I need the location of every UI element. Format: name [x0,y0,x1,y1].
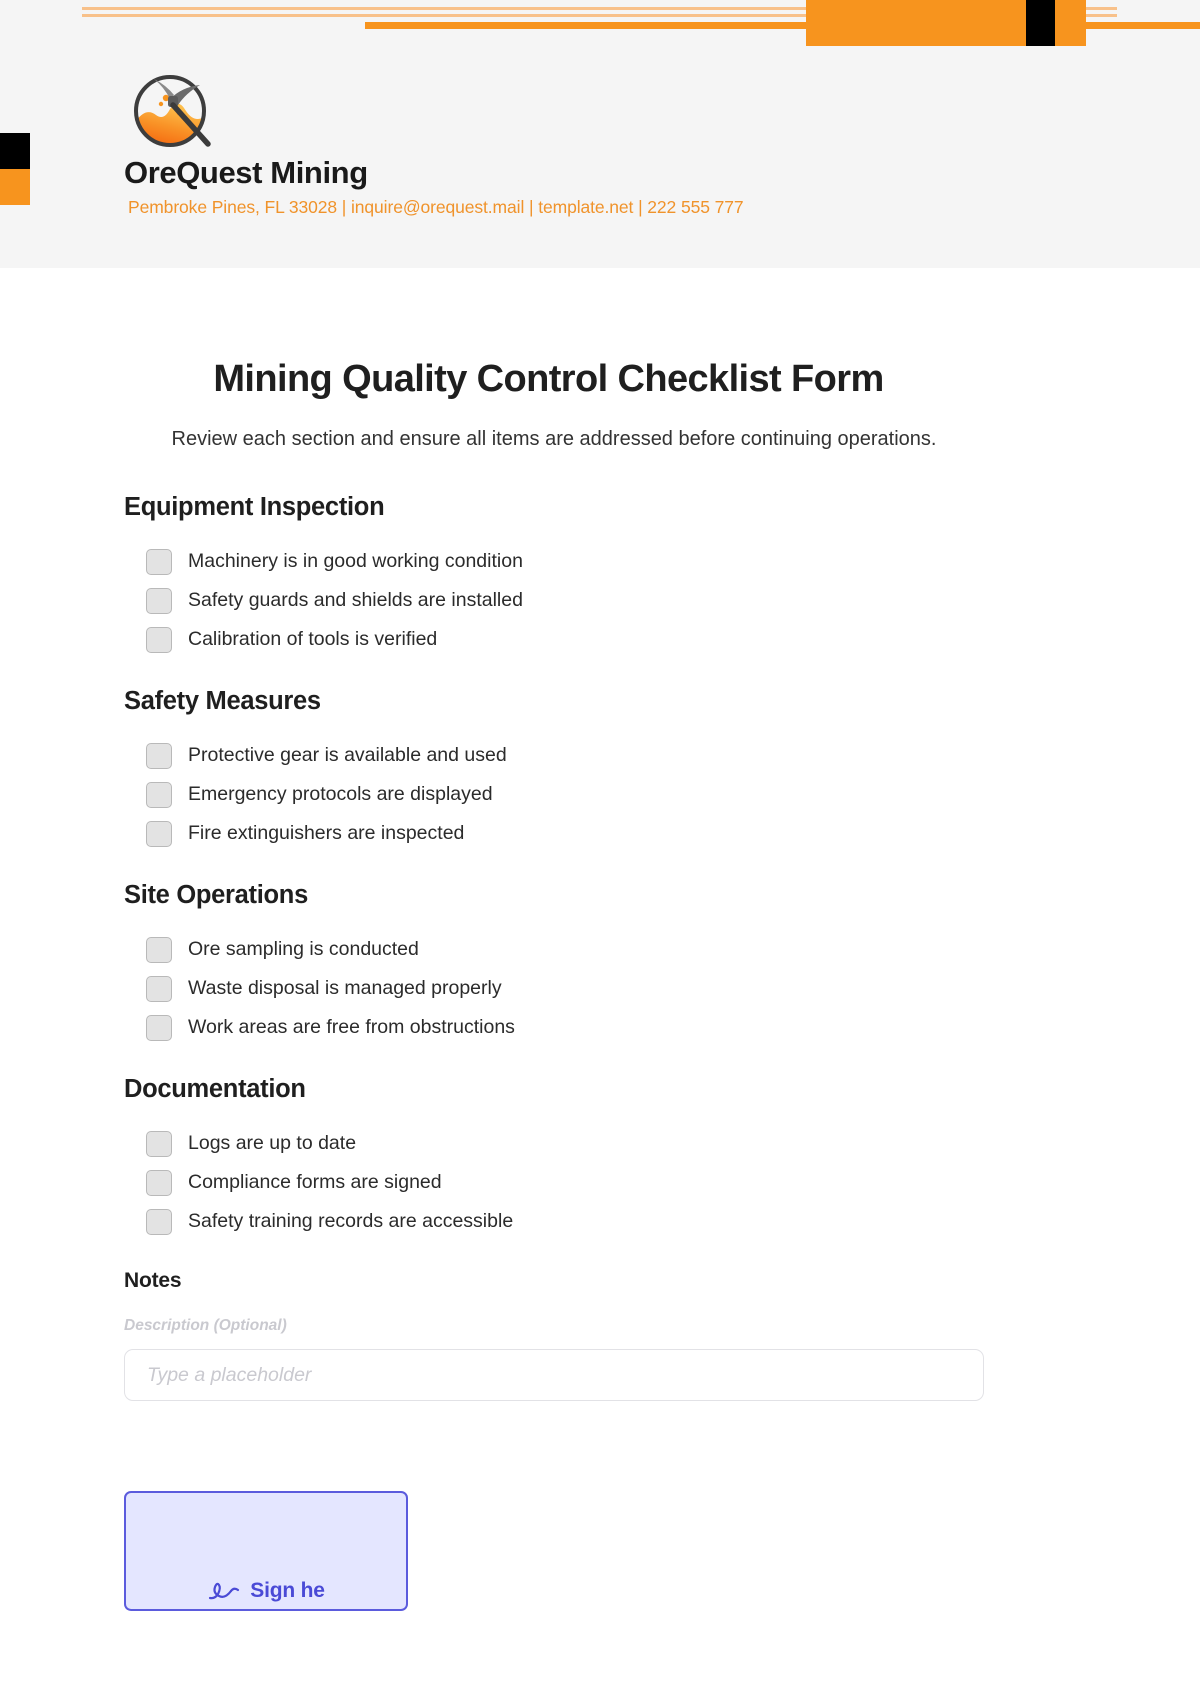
checkbox[interactable] [146,587,172,614]
checkbox[interactable] [146,1169,172,1196]
checklist-label: Protective gear is available and used [188,744,507,766]
mining-pickaxe-circle-logo-icon [124,63,216,155]
section-equipment-inspection: Equipment Inspection Machinery is in goo… [124,493,1024,659]
checklist-label: Work areas are free from obstructions [188,1016,515,1038]
company-contact-line: Pembroke Pines, FL 33028 | inquire@orequ… [128,197,744,217]
section-title: Site Operations [124,881,308,909]
company-name: OreQuest Mining [124,155,368,190]
notes-field-label: Description (Optional) [124,1317,287,1334]
checkbox[interactable] [146,626,172,653]
notes-section: Notes Description (Optional) Type a plac… [124,1269,1024,1401]
checkbox[interactable] [146,1130,172,1157]
section-site-operations: Site Operations Ore sampling is conducte… [124,881,1024,1047]
notes-title: Notes [124,1269,182,1292]
checkbox[interactable] [146,975,172,1002]
checkbox[interactable] [146,742,172,769]
checklist-row[interactable]: Compliance forms are signed [146,1163,1024,1202]
section-title: Documentation [124,1075,306,1103]
document-header: OreQuest Mining Pembroke Pines, FL 33028… [0,0,1200,268]
checklist-row[interactable]: Logs are up to date [146,1124,1024,1163]
section-documentation: Documentation Logs are up to date Compli… [124,1075,1024,1241]
checklist-row[interactable]: Safety guards and shields are installed [146,581,1024,620]
sign-here-label: Sign he [250,1579,325,1602]
header-decoration-black-block [1026,0,1055,46]
checklist-row[interactable]: Emergency protocols are displayed [146,775,1024,814]
sign-here-button[interactable]: Sign he [124,1491,408,1611]
checklist-row[interactable]: Ore sampling is conducted [146,930,1024,969]
header-decoration-left-orange-block [0,169,30,205]
checklist-row[interactable]: Calibration of tools is verified [146,620,1024,659]
notes-input[interactable]: Type a placeholder [124,1349,984,1401]
checkbox[interactable] [146,820,172,847]
section-title: Safety Measures [124,687,321,715]
checkbox[interactable] [146,1014,172,1041]
section-title: Equipment Inspection [124,493,385,521]
checklist-row[interactable]: Fire extinguishers are inspected [146,814,1024,853]
checklist-label: Logs are up to date [188,1132,357,1154]
checklist-label: Waste disposal is managed properly [188,977,502,999]
checkbox[interactable] [146,781,172,808]
checklist-row[interactable]: Machinery is in good working condition [146,542,1024,581]
checklist-label: Fire extinguishers are inspected [188,822,465,844]
page-title: Mining Quality Control Checklist Form [213,358,884,400]
checklist-label: Machinery is in good working condition [188,550,523,572]
checklist-label: Calibration of tools is verified [188,628,438,650]
header-decoration-left-black-block [0,133,30,169]
checkbox[interactable] [146,1208,172,1235]
signature-squiggle-icon [207,1580,241,1602]
checklist-label: Safety guards and shields are installed [188,589,523,611]
checklist-content: Equipment Inspection Machinery is in goo… [124,493,1024,1401]
checklist-row[interactable]: Waste disposal is managed properly [146,969,1024,1008]
section-safety-measures: Safety Measures Protective gear is avail… [124,687,1024,853]
checkbox[interactable] [146,548,172,575]
checklist-label: Safety training records are accessible [188,1210,514,1232]
checklist-label: Compliance forms are signed [188,1171,442,1193]
notes-input-placeholder: Type a placeholder [147,1363,312,1386]
checklist-label: Ore sampling is conducted [188,938,419,960]
checklist-label: Emergency protocols are displayed [188,783,493,805]
checklist-row[interactable]: Protective gear is available and used [146,736,1024,775]
checkbox[interactable] [146,936,172,963]
checklist-row[interactable]: Safety training records are accessible [146,1202,1024,1241]
page-subtitle: Review each section and ensure all items… [171,428,937,450]
checklist-row[interactable]: Work areas are free from obstructions [146,1008,1024,1047]
